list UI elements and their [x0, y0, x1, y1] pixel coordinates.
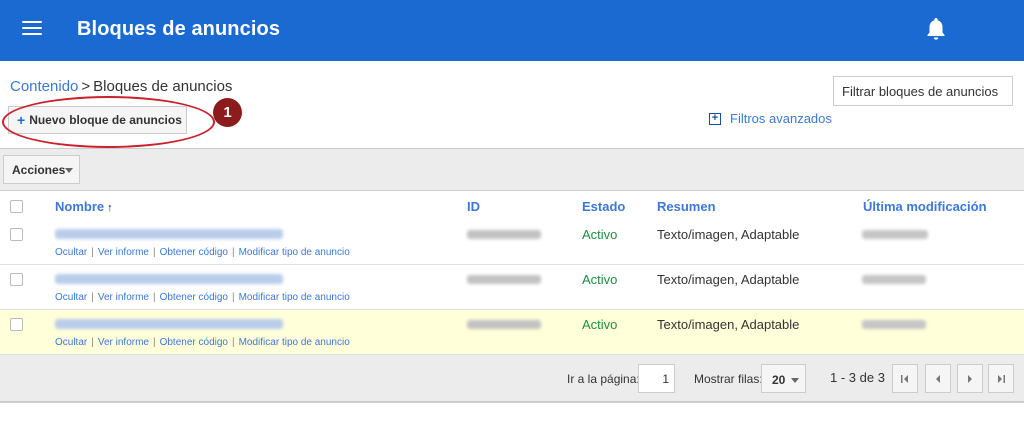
prev-page-button[interactable]: [925, 364, 951, 393]
rows-per-page-label: Mostrar filas:: [694, 372, 763, 386]
table-row: Ocultar | Ver informe | Obtener código | Modif…: [0, 220, 1024, 265]
column-header-modificacion[interactable]: Última modificación: [863, 199, 987, 214]
results-range: 1 - 3 de 3: [830, 370, 885, 385]
row-checkbox[interactable]: [10, 318, 23, 331]
row-actions: Ocultar | Ver informe | Obtener código | Modif…: [55, 337, 350, 348]
breadcrumb-separator: >: [81, 78, 91, 95]
hide-link[interactable]: Ocultar: [55, 337, 87, 348]
table-row: Ocultar | Ver informe | Obtener código | Modif…: [0, 265, 1024, 310]
status-text: Activo: [582, 272, 618, 287]
expand-plus-icon: +: [709, 112, 721, 125]
separator: |: [91, 292, 94, 303]
chevron-down-icon: [65, 168, 73, 173]
app-header: Bloques de anuncios: [0, 0, 1024, 61]
ad-unit-id: [467, 230, 541, 239]
view-report-link[interactable]: Ver informe: [98, 247, 149, 258]
prev-page-icon: [936, 374, 940, 383]
column-label-nombre: Nombre: [55, 199, 105, 214]
page-title: Bloques de anuncios: [77, 18, 281, 40]
next-page-button[interactable]: [957, 364, 983, 393]
separator: |: [231, 247, 235, 258]
summary-text: Texto/imagen, Adaptable: [657, 272, 800, 287]
page-number-input[interactable]: [638, 364, 675, 393]
pagination-bar: Ir a la página: Mostrar filas: 20 1 - 3 …: [0, 355, 1024, 403]
ad-unit-id: [467, 320, 541, 329]
bell-icon[interactable]: [924, 16, 948, 42]
goto-page-label: Ir a la página:: [567, 372, 640, 386]
new-ad-unit-button[interactable]: + Nuevo bloque de anuncios: [8, 106, 187, 134]
menu-icon[interactable]: [22, 21, 42, 37]
summary-text: Texto/imagen, Adaptable: [657, 317, 800, 332]
advanced-filters-label: Filtros avanzados: [730, 111, 832, 126]
last-modified: [862, 275, 926, 284]
column-header-estado[interactable]: Estado: [582, 199, 625, 214]
row-actions: Ocultar | Ver informe | Obtener código | Modif…: [55, 247, 350, 258]
modify-ad-type-link[interactable]: Modificar tipo de anuncio: [239, 292, 350, 303]
get-code-link[interactable]: Obtener código: [160, 292, 228, 303]
column-header-id[interactable]: ID: [467, 199, 480, 214]
column-header-resumen[interactable]: Resumen: [657, 199, 716, 214]
hide-link[interactable]: Ocultar: [55, 292, 87, 303]
row-checkbox[interactable]: [10, 228, 23, 241]
last-modified: [862, 230, 928, 239]
next-page-icon: [968, 374, 972, 383]
get-code-link[interactable]: Obtener código: [160, 337, 228, 348]
select-all-checkbox[interactable]: [10, 200, 23, 213]
get-code-link[interactable]: Obtener código: [160, 247, 228, 258]
rows-per-page-select[interactable]: 20: [761, 364, 806, 393]
rows-per-page-value: 20: [772, 373, 786, 387]
separator: |: [152, 337, 156, 348]
ad-unit-id: [467, 275, 541, 284]
new-ad-unit-label: Nuevo bloque de anuncios: [29, 113, 182, 127]
ad-unit-name-link[interactable]: [55, 319, 283, 329]
last-page-icon: [998, 374, 1005, 383]
last-page-button[interactable]: [988, 364, 1014, 393]
status-text: Activo: [582, 317, 618, 332]
plus-icon: +: [17, 112, 26, 128]
actions-bar: Acciones: [0, 148, 1024, 191]
separator: |: [231, 292, 235, 303]
separator: |: [91, 337, 94, 348]
column-header-nombre[interactable]: Nombre ↑: [55, 199, 113, 214]
separator: |: [152, 247, 156, 258]
separator: |: [91, 247, 94, 258]
separator: |: [152, 292, 156, 303]
breadcrumb-current: Bloques de anuncios: [93, 78, 233, 95]
breadcrumb: Contenido > Bloques de anuncios: [10, 78, 232, 95]
chevron-down-icon: [791, 378, 799, 383]
view-report-link[interactable]: Ver informe: [98, 292, 149, 303]
first-page-icon: [901, 374, 908, 383]
ad-unit-name-link[interactable]: [55, 229, 283, 239]
hide-link[interactable]: Ocultar: [55, 247, 87, 258]
table-header: Nombre ↑ ID Estado Resumen Última modific…: [0, 192, 1024, 220]
breadcrumb-link-contenido[interactable]: Contenido: [10, 78, 78, 95]
row-actions: Ocultar | Ver informe | Obtener código | Modif…: [55, 292, 350, 303]
filter-input[interactable]: [833, 76, 1013, 106]
last-modified: [862, 320, 926, 329]
actions-label: Acciones: [12, 162, 66, 177]
first-page-button[interactable]: [892, 364, 918, 393]
sort-up-icon: ↑: [107, 202, 113, 214]
status-text: Activo: [582, 227, 618, 242]
table-row: Ocultar | Ver informe | Obtener código | Modif…: [0, 310, 1024, 355]
step-badge: 1: [213, 98, 242, 127]
modify-ad-type-link[interactable]: Modificar tipo de anuncio: [239, 247, 350, 258]
view-report-link[interactable]: Ver informe: [98, 337, 149, 348]
advanced-filters-link[interactable]: + Filtros avanzados: [709, 111, 832, 126]
modify-ad-type-link[interactable]: Modificar tipo de anuncio: [239, 337, 350, 348]
ad-unit-name-link[interactable]: [55, 274, 283, 284]
summary-text: Texto/imagen, Adaptable: [657, 227, 800, 242]
separator: |: [231, 337, 235, 348]
row-checkbox[interactable]: [10, 273, 23, 286]
actions-dropdown[interactable]: Acciones: [3, 155, 80, 184]
